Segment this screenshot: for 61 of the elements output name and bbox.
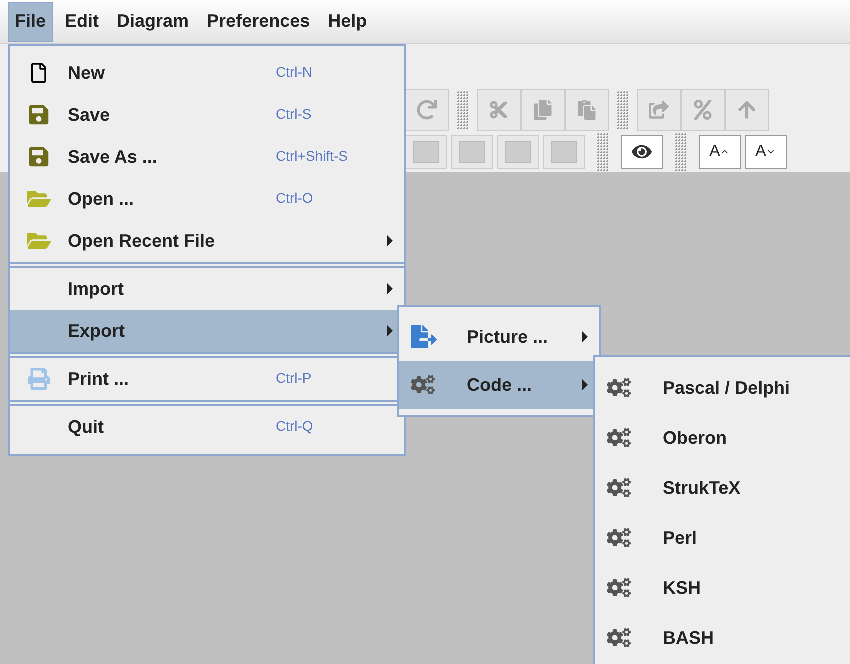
menu-item[interactable]: Oberon [595,413,850,463]
toolbar-button[interactable] [497,135,539,169]
menu-item[interactable]: New Ctrl-N [10,52,404,94]
document-icon [29,63,49,83]
shortcut-label: Ctrl-S [276,106,312,122]
menu-item[interactable]: BASH [595,613,850,663]
menu-item[interactable]: StrukTeX [595,463,850,513]
arrow-up-icon [737,100,757,120]
shortcut-label: Ctrl-O [276,190,314,206]
font-size-button[interactable]: A [699,135,741,169]
toolbar-button[interactable] [405,135,447,169]
menu-title[interactable]: File [8,2,54,42]
toolbar-button[interactable] [681,89,725,131]
square-icon [551,141,577,163]
view-button[interactable] [621,135,663,169]
toolbar-button[interactable] [725,89,769,131]
square-icon [413,141,439,163]
menu-item[interactable]: Save As ... Ctrl+Shift-S [10,136,404,178]
gears-icon [607,476,631,500]
gears-icon [607,626,631,650]
shortcut-label: Ctrl-P [276,370,312,386]
redo-arrow-icon [417,100,437,120]
menu-item[interactable]: Open Recent File [10,220,404,262]
menu-item[interactable]: KSH [595,563,850,613]
toolbar-grip[interactable] [675,133,687,171]
document-export-icon [411,324,437,350]
shortcut-label: Ctrl+Shift-S [276,148,348,164]
menu-title[interactable]: Preferences [201,2,316,42]
cut-button[interactable] [477,89,521,131]
copy-icon [533,100,553,120]
scissors-icon [489,100,509,120]
printer-icon [28,368,50,390]
gears-icon [607,376,631,400]
menu-item[interactable]: Perl [595,513,850,563]
gears-icon [607,526,631,550]
percent-icon [693,100,713,120]
redo-button[interactable] [405,89,449,131]
paste-button[interactable] [565,89,609,131]
menu-item[interactable]: Open ... Ctrl-O [10,178,404,220]
square-icon [505,141,531,163]
clipboard-icon [577,100,597,120]
gears-icon [607,426,631,450]
arrow-box-icon [649,100,669,120]
menu-title[interactable]: Edit [59,2,106,42]
copy-button[interactable] [521,89,565,131]
toolbar-grip[interactable] [457,91,469,129]
toolbar-button[interactable] [543,135,585,169]
shortcut-label: Ctrl-N [276,64,313,80]
toolbar-grip[interactable] [597,133,609,171]
font-size-button[interactable]: A [745,135,787,169]
menu-title[interactable]: Help [322,2,374,42]
square-icon [459,141,485,163]
gears-icon [607,576,631,600]
shortcut-label: Ctrl-Q [276,418,314,434]
menu-item[interactable]: Import [10,268,404,310]
menu-title[interactable]: Diagram [111,2,196,42]
menu-item[interactable]: Save Ctrl-S [10,94,404,136]
toolbar-button[interactable] [451,135,493,169]
gears-icon [411,373,435,397]
toolbar-grip[interactable] [617,91,629,129]
menu-item[interactable]: Quit Ctrl-Q [10,406,404,448]
